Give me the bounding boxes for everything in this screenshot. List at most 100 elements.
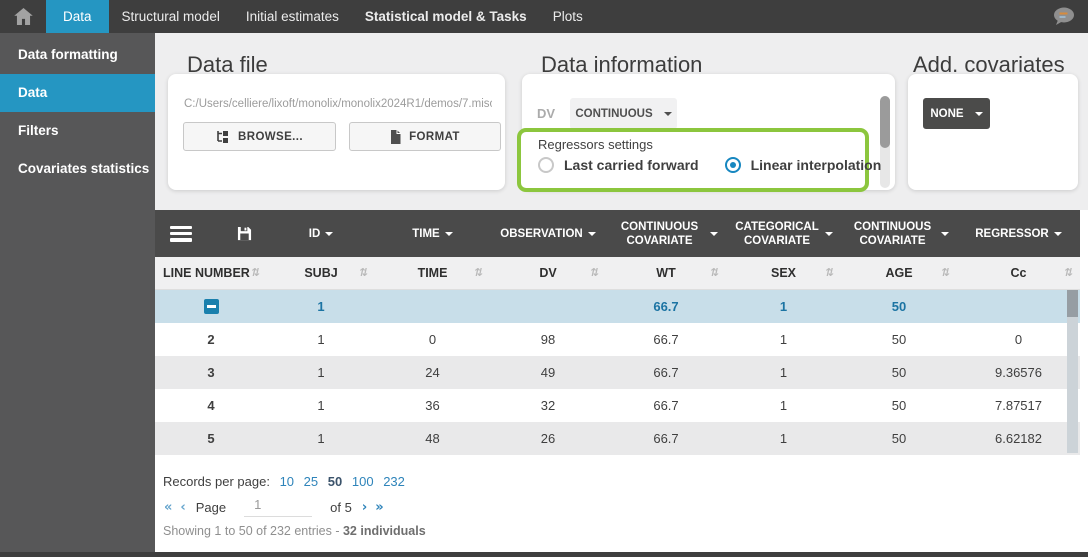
chevron-down-icon bbox=[1054, 232, 1062, 236]
format-button-label: FORMAT bbox=[409, 131, 460, 143]
page-number-input[interactable]: 1 bbox=[244, 497, 312, 517]
column-type-continuous-covariate-dropdown[interactable]: CONTINUOUS COVARIATE bbox=[841, 210, 957, 257]
column-type-label: TIME bbox=[412, 227, 439, 241]
radio-last-carried-forward[interactable] bbox=[538, 157, 554, 173]
column-type-categorical-covariate-dropdown[interactable]: CATEGORICAL COVARIATE bbox=[726, 210, 841, 257]
sidebar-item-covariates-statistics[interactable]: Covariates statistics bbox=[0, 150, 155, 188]
records-option-100[interactable]: 100 bbox=[352, 474, 374, 489]
home-icon[interactable] bbox=[14, 8, 33, 25]
sort-icon[interactable] bbox=[473, 267, 485, 278]
chevron-down-icon bbox=[825, 232, 833, 236]
chevron-down-icon bbox=[325, 232, 333, 236]
table-cell: 2 bbox=[155, 323, 267, 356]
next-page-button[interactable]: › bbox=[362, 500, 367, 515]
sidebar-item-filters[interactable]: Filters bbox=[0, 112, 155, 150]
table-toolbar bbox=[155, 210, 267, 257]
sidebar-item-data-formatting[interactable]: Data formatting bbox=[0, 36, 155, 74]
records-option-50-selected[interactable]: 50 bbox=[328, 474, 342, 489]
records-option-25[interactable]: 25 bbox=[304, 474, 318, 489]
column-type-observation-dropdown[interactable]: OBSERVATION bbox=[490, 210, 606, 257]
add-covariates-dropdown-label: NONE bbox=[930, 108, 963, 120]
sidebar-item-data[interactable]: Data bbox=[0, 74, 155, 112]
table-cell: 1 bbox=[726, 323, 841, 356]
table-cell: 50 bbox=[841, 389, 957, 422]
format-file-icon bbox=[390, 130, 401, 144]
column-header-label: WT bbox=[656, 266, 675, 280]
table-scrollbar[interactable] bbox=[1067, 290, 1078, 453]
column-type-label: CATEGORICAL COVARIATE bbox=[734, 220, 820, 248]
chevron-down-icon bbox=[975, 112, 983, 116]
table-cell: 98 bbox=[490, 323, 606, 356]
data-file-title: Data file bbox=[187, 52, 268, 78]
table-cell bbox=[155, 290, 267, 323]
table-row: 2 1 0 98 66.7 1 50 0 bbox=[155, 323, 1080, 356]
first-page-button[interactable]: « bbox=[164, 500, 172, 515]
table-cell: 1 bbox=[267, 323, 375, 356]
tab-statistical-model-tasks[interactable]: Statistical model & Tasks bbox=[352, 0, 540, 33]
column-type-label: CONTINUOUS COVARIATE bbox=[849, 220, 936, 248]
column-header-sex: SEX bbox=[726, 257, 841, 289]
table-cell: 66.7 bbox=[606, 323, 726, 356]
sort-icon[interactable] bbox=[358, 267, 370, 278]
table-cell: 26 bbox=[490, 422, 606, 455]
page-label: Page bbox=[196, 500, 226, 515]
table-row-individual-header[interactable]: 1 66.7 1 50 bbox=[155, 290, 1080, 323]
save-icon[interactable] bbox=[237, 226, 252, 241]
table-cell: 1 bbox=[726, 389, 841, 422]
scrollbar-thumb[interactable] bbox=[1067, 290, 1078, 317]
sort-icon[interactable] bbox=[709, 267, 721, 278]
records-option-10[interactable]: 10 bbox=[280, 474, 294, 489]
radio-linear-interpolation-label[interactable]: Linear interpolation bbox=[751, 157, 882, 173]
sort-icon[interactable] bbox=[1063, 267, 1075, 278]
column-type-time-dropdown[interactable]: TIME bbox=[375, 210, 490, 257]
feedback-chat-icon[interactable] bbox=[1052, 7, 1075, 31]
menu-icon[interactable] bbox=[170, 226, 192, 242]
dv-type-dropdown[interactable]: CONTINUOUS bbox=[570, 98, 677, 129]
table-cell: 1 bbox=[267, 389, 375, 422]
radio-linear-interpolation[interactable] bbox=[725, 157, 741, 173]
scrollbar-thumb[interactable] bbox=[880, 96, 890, 148]
add-covariates-dropdown[interactable]: NONE bbox=[923, 98, 990, 129]
table-cell: 7.87517 bbox=[957, 389, 1080, 422]
sidebar: Data formatting Data Filters Covariates … bbox=[0, 33, 155, 552]
table-body: 1 66.7 1 50 2 1 0 98 66.7 1 50 0 3 1 24 … bbox=[155, 290, 1080, 455]
sort-icon[interactable] bbox=[940, 267, 952, 278]
chevron-down-icon bbox=[588, 232, 596, 236]
column-header-time: TIME bbox=[375, 257, 490, 289]
sort-icon[interactable] bbox=[589, 267, 601, 278]
table-cell: 50 bbox=[841, 422, 957, 455]
column-type-label: REGRESSOR bbox=[975, 227, 1049, 241]
table-type-header-row: ID TIME OBSERVATION CONTINUOUS COVARIATE… bbox=[155, 210, 1080, 257]
collapse-row-button[interactable] bbox=[204, 299, 219, 314]
previous-page-button[interactable]: ‹ bbox=[180, 500, 185, 515]
add-covariates-card bbox=[908, 74, 1078, 190]
column-type-regressor-dropdown[interactable]: REGRESSOR bbox=[957, 210, 1080, 257]
table-cell: 66.7 bbox=[606, 422, 726, 455]
column-type-continuous-covariate-dropdown[interactable]: CONTINUOUS COVARIATE bbox=[606, 210, 726, 257]
tab-initial-estimates[interactable]: Initial estimates bbox=[233, 0, 352, 33]
data-information-title: Data information bbox=[541, 52, 702, 78]
column-type-id-dropdown[interactable]: ID bbox=[267, 210, 375, 257]
window-bottom-border bbox=[0, 552, 1088, 557]
tab-structural-model[interactable]: Structural model bbox=[109, 0, 233, 33]
table-cell: 50 bbox=[841, 356, 957, 389]
sort-icon[interactable] bbox=[824, 267, 836, 278]
table-cell: 36 bbox=[375, 389, 490, 422]
data-information-scrollbar[interactable] bbox=[880, 96, 890, 188]
format-button[interactable]: FORMAT bbox=[349, 122, 501, 151]
table-cell: 1 bbox=[726, 356, 841, 389]
browse-button[interactable]: BROWSE... bbox=[183, 122, 336, 151]
tab-data[interactable]: Data bbox=[46, 0, 109, 33]
radio-last-carried-forward-label[interactable]: Last carried forward bbox=[564, 157, 699, 173]
table-cell: 66.7 bbox=[606, 389, 726, 422]
pagination: « ‹ Page 1 of 5 › » bbox=[160, 497, 388, 517]
table-cell: 0 bbox=[957, 323, 1080, 356]
sort-icon[interactable] bbox=[250, 267, 262, 278]
page-count-label: of 5 bbox=[330, 500, 352, 515]
tab-plots[interactable]: Plots bbox=[540, 0, 596, 33]
column-type-label: ID bbox=[309, 227, 321, 241]
table-row: 4 1 36 32 66.7 1 50 7.87517 bbox=[155, 389, 1080, 422]
records-option-232[interactable]: 232 bbox=[383, 474, 405, 489]
last-page-button[interactable]: » bbox=[375, 500, 383, 515]
table-cell: 4 bbox=[155, 389, 267, 422]
